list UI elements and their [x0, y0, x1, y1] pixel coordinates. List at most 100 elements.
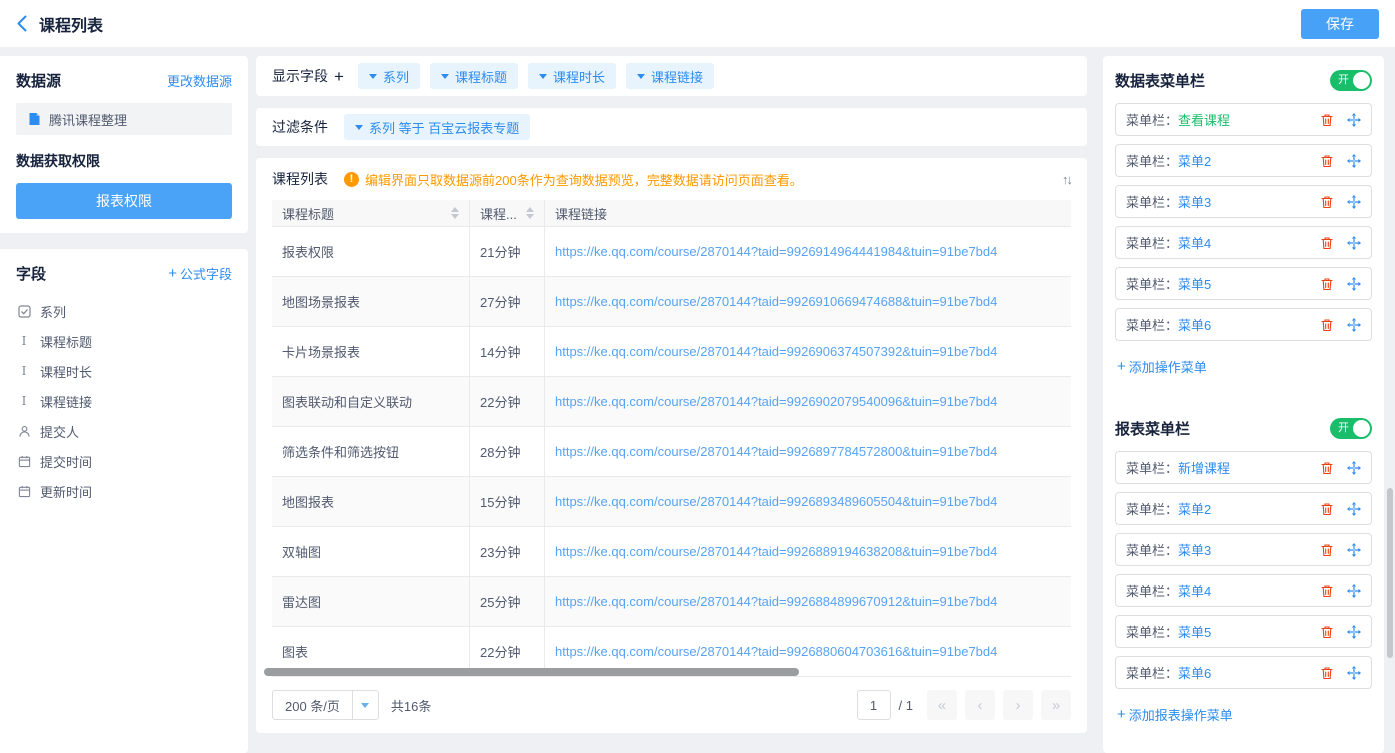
report-menu-toggle[interactable]: 开 — [1330, 418, 1372, 439]
add-report-menu-link[interactable]: +添加报表操作菜单 — [1117, 705, 1233, 724]
menu-value[interactable]: 菜单4 — [1178, 584, 1211, 599]
plus-icon: + — [1117, 358, 1126, 375]
formula-field-link[interactable]: +公式字段 — [168, 264, 232, 283]
trash-icon[interactable] — [1320, 318, 1334, 332]
cell-course-link[interactable]: https://ke.qq.com/course/2870144?taid=99… — [545, 227, 1071, 276]
menu-value[interactable]: 菜单2 — [1178, 154, 1211, 169]
move-icon[interactable] — [1347, 461, 1361, 475]
move-icon[interactable] — [1347, 502, 1361, 516]
field-chip[interactable]: 系列 — [358, 63, 420, 89]
change-datasource-link[interactable]: 更改数据源 — [167, 71, 232, 90]
menu-value[interactable]: 菜单4 — [1178, 236, 1211, 251]
move-icon[interactable] — [1347, 666, 1361, 680]
table-header-row: 课程标题 课程... 课程链接 — [272, 200, 1071, 227]
menu-value[interactable]: 菜单5 — [1178, 277, 1211, 292]
prev-page-button[interactable]: ‹ — [965, 690, 995, 720]
back-button[interactable] — [16, 15, 27, 32]
field-item-submitter[interactable]: 提交人 — [16, 416, 232, 446]
trash-icon[interactable] — [1320, 666, 1334, 680]
page-size-value: 200 条/页 — [273, 691, 352, 719]
trash-icon[interactable] — [1320, 502, 1334, 516]
menu-value[interactable]: 菜单5 — [1178, 625, 1211, 640]
move-icon[interactable] — [1347, 625, 1361, 639]
trash-icon[interactable] — [1320, 154, 1334, 168]
vertical-scrollbar[interactable] — [1387, 488, 1393, 658]
trash-icon[interactable] — [1320, 236, 1334, 250]
column-label: 课程... — [480, 204, 517, 223]
cell-course-title: 卡片场景报表 — [272, 327, 470, 376]
toggle-knob — [1353, 420, 1370, 437]
move-icon[interactable] — [1347, 236, 1361, 250]
menu-value[interactable]: 菜单6 — [1178, 318, 1211, 333]
trash-icon[interactable] — [1320, 277, 1334, 291]
chip-label: 课程时长 — [553, 67, 605, 86]
move-icon[interactable] — [1347, 277, 1361, 291]
cell-course-link[interactable]: https://ke.qq.com/course/2870144?taid=99… — [545, 477, 1071, 526]
field-chip[interactable]: 课程标题 — [430, 63, 518, 89]
last-page-button[interactable]: » — [1041, 690, 1071, 720]
trash-icon[interactable] — [1320, 113, 1334, 127]
menu-value[interactable]: 菜单6 — [1178, 666, 1211, 681]
column-header-course-duration[interactable]: 课程... — [470, 200, 545, 226]
datasource-item[interactable]: 腾讯课程整理 — [16, 103, 232, 135]
trash-icon[interactable] — [1320, 584, 1334, 598]
menu-value[interactable]: 菜单3 — [1178, 543, 1211, 558]
menu-value[interactable]: 菜单3 — [1178, 195, 1211, 210]
trash-icon[interactable] — [1320, 461, 1334, 475]
add-display-field-button[interactable]: + — [334, 68, 344, 85]
trash-icon[interactable] — [1320, 625, 1334, 639]
column-header-course-title[interactable]: 课程标题 — [272, 200, 470, 226]
horizontal-scrollbar[interactable] — [264, 668, 799, 676]
menu-value[interactable]: 菜单2 — [1178, 502, 1211, 517]
menu-value[interactable]: 新增课程 — [1178, 461, 1230, 476]
datatable-menu-toggle[interactable]: 开 — [1330, 70, 1372, 91]
field-item-update-time[interactable]: 更新时间 — [16, 476, 232, 506]
add-menu-link[interactable]: +添加操作菜单 — [1117, 357, 1207, 376]
cell-course-title: 地图场景报表 — [272, 277, 470, 326]
field-item-course-title[interactable]: I 课程标题 — [16, 326, 232, 356]
cell-course-link[interactable]: https://ke.qq.com/course/2870144?taid=99… — [545, 327, 1071, 376]
page-size-select[interactable]: 200 条/页 — [272, 690, 379, 720]
sort-order-icon[interactable]: ↑↓ — [1062, 172, 1071, 187]
move-icon[interactable] — [1347, 113, 1361, 127]
text-icon: I — [16, 334, 32, 348]
first-page-button[interactable]: « — [927, 690, 957, 720]
field-item-course-duration[interactable]: I 课程时长 — [16, 356, 232, 386]
display-fields-card: 显示字段 + 系列 课程标题 课程时长 课程链接 — [256, 56, 1087, 96]
move-icon[interactable] — [1347, 195, 1361, 209]
sort-carets-icon[interactable] — [526, 207, 534, 219]
cell-course-link[interactable]: https://ke.qq.com/course/2870144?taid=99… — [545, 427, 1071, 476]
warning-icon: ! — [344, 172, 359, 187]
column-label: 课程链接 — [555, 204, 607, 223]
sort-carets-icon[interactable] — [451, 207, 459, 219]
table-row: 雷达图 25分钟 https://ke.qq.com/course/287014… — [272, 577, 1071, 627]
next-page-button[interactable]: › — [1003, 690, 1033, 720]
cell-course-link[interactable]: https://ke.qq.com/course/2870144?taid=99… — [545, 277, 1071, 326]
calendar-icon — [16, 485, 32, 498]
filter-chip[interactable]: 系列 等于 百宝云报表专题 — [344, 114, 530, 140]
field-item-course-link[interactable]: I 课程链接 — [16, 386, 232, 416]
trash-icon[interactable] — [1320, 195, 1334, 209]
field-item-submit-time[interactable]: 提交时间 — [16, 446, 232, 476]
table-row: 地图场景报表 27分钟 https://ke.qq.com/course/287… — [272, 277, 1071, 327]
cell-course-link[interactable]: https://ke.qq.com/course/2870144?taid=99… — [545, 527, 1071, 576]
menu-value[interactable]: 查看课程 — [1178, 113, 1230, 128]
save-button[interactable]: 保存 — [1301, 9, 1379, 39]
menu-item: 菜单栏：菜单3 — [1115, 185, 1372, 218]
trash-icon[interactable] — [1320, 543, 1334, 557]
display-fields-label: 显示字段 — [272, 66, 328, 86]
report-permission-button[interactable]: 报表权限 — [16, 183, 232, 219]
cell-course-link[interactable]: https://ke.qq.com/course/2870144?taid=99… — [545, 577, 1071, 626]
select-caret-box[interactable] — [352, 691, 378, 719]
page-number-input[interactable]: 1 — [857, 690, 891, 720]
move-icon[interactable] — [1347, 318, 1361, 332]
move-icon[interactable] — [1347, 154, 1361, 168]
menu-item-label: 菜单栏：菜单3 — [1126, 540, 1320, 559]
field-chip[interactable]: 课程时长 — [528, 63, 616, 89]
move-icon[interactable] — [1347, 543, 1361, 557]
field-chip[interactable]: 课程链接 — [626, 63, 714, 89]
move-icon[interactable] — [1347, 584, 1361, 598]
cell-course-link[interactable]: https://ke.qq.com/course/2870144?taid=99… — [545, 377, 1071, 426]
chip-label: 课程标题 — [455, 67, 507, 86]
field-item-series[interactable]: 系列 — [16, 296, 232, 326]
